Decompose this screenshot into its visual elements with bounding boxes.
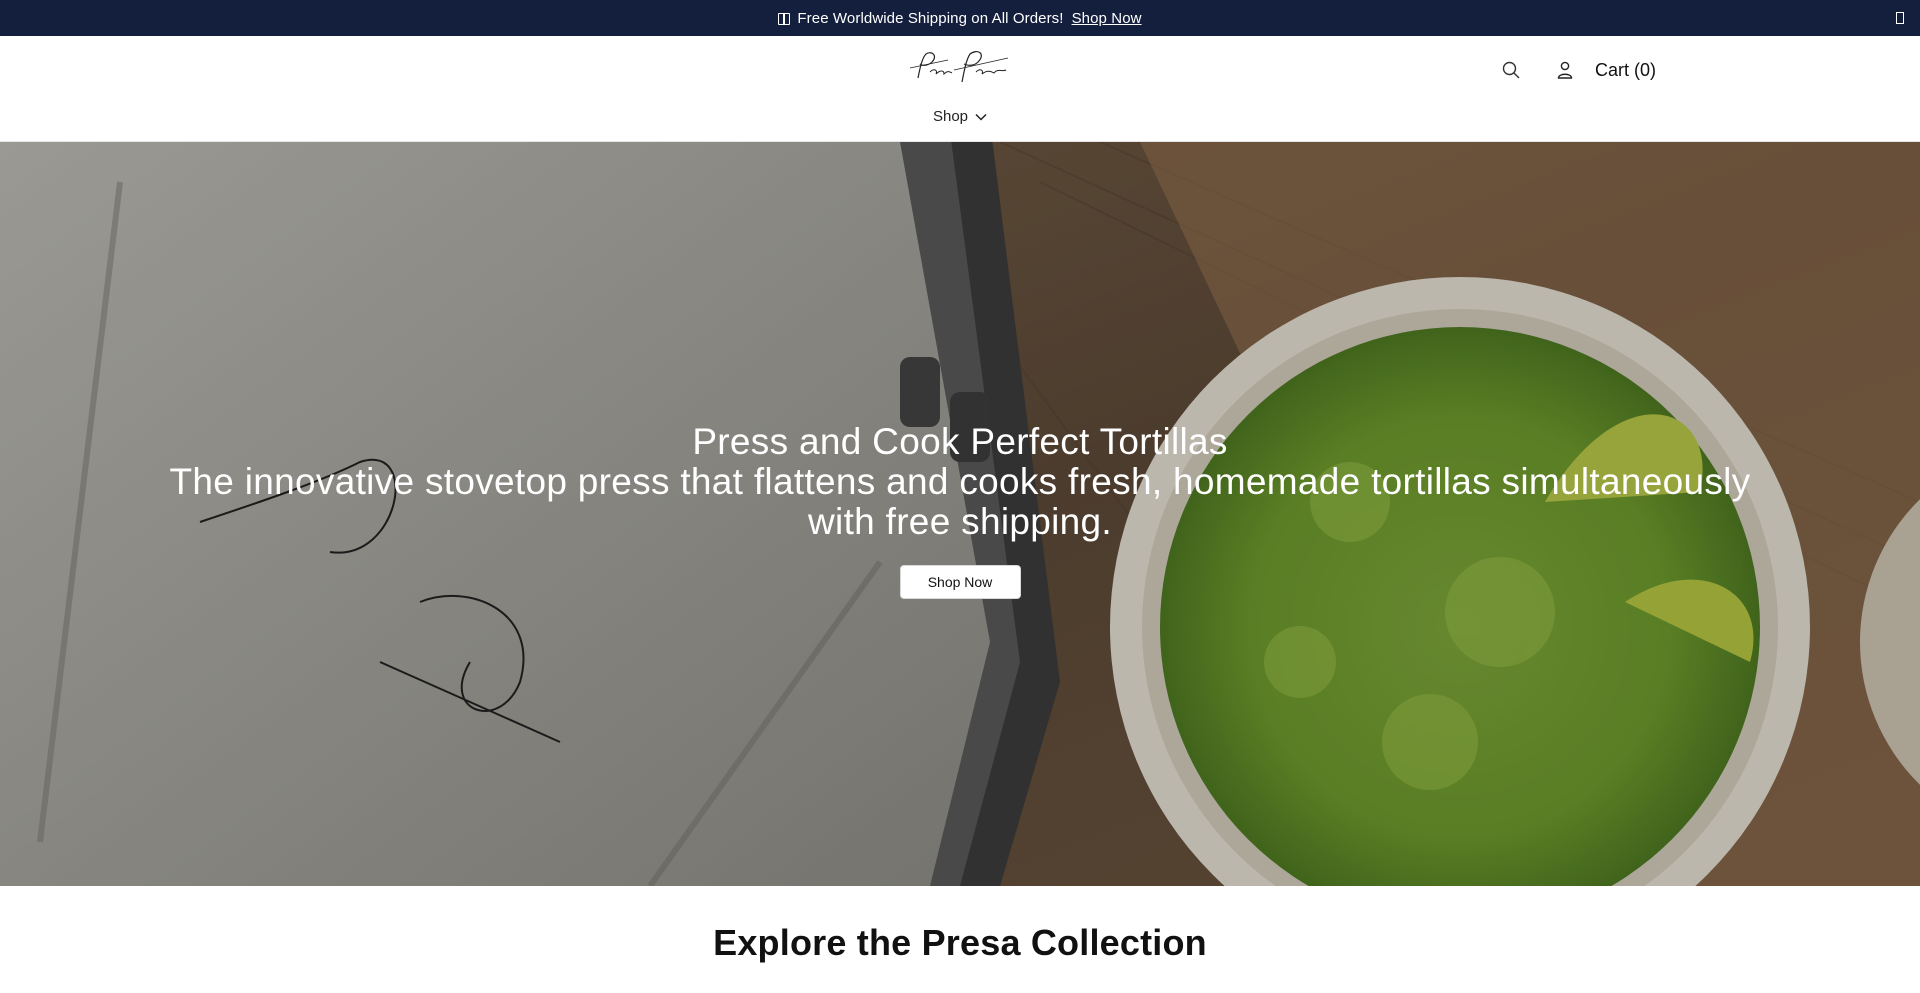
main-nav: Shop: [0, 108, 1920, 125]
header-actions: Cart (0): [1497, 56, 1656, 84]
hero-subtitle: The innovative stovetop press that flatt…: [169, 461, 1751, 542]
cart-link[interactable]: Cart (0): [1595, 60, 1656, 81]
hero-content: Press and Cook Perfect Tortillas The inn…: [0, 422, 1920, 599]
announcement-shop-now-link[interactable]: Shop Now: [1072, 10, 1142, 27]
user-icon[interactable]: [1551, 56, 1579, 84]
search-icon[interactable]: [1497, 56, 1525, 84]
site-header: Cart (0) Shop: [0, 36, 1920, 142]
gift-icon: [778, 13, 791, 25]
hero-shop-now-button[interactable]: Shop Now: [899, 565, 1021, 599]
nav-item-shop[interactable]: Shop: [933, 108, 987, 125]
logo[interactable]: [908, 48, 1012, 88]
collection-heading: Explore the Presa Collection: [713, 922, 1207, 963]
announcement-text: Free Worldwide Shipping on All Orders!: [797, 9, 1064, 27]
announcement-close-icon[interactable]: [1896, 12, 1904, 24]
hero-title: Press and Cook Perfect Tortillas: [692, 421, 1228, 462]
chevron-down-icon: [975, 113, 987, 121]
announcement-bar: Free Worldwide Shipping on All Orders! S…: [0, 0, 1920, 36]
hero-banner: Press and Cook Perfect Tortillas The inn…: [0, 142, 1920, 886]
nav-item-shop-label: Shop: [932, 108, 969, 125]
